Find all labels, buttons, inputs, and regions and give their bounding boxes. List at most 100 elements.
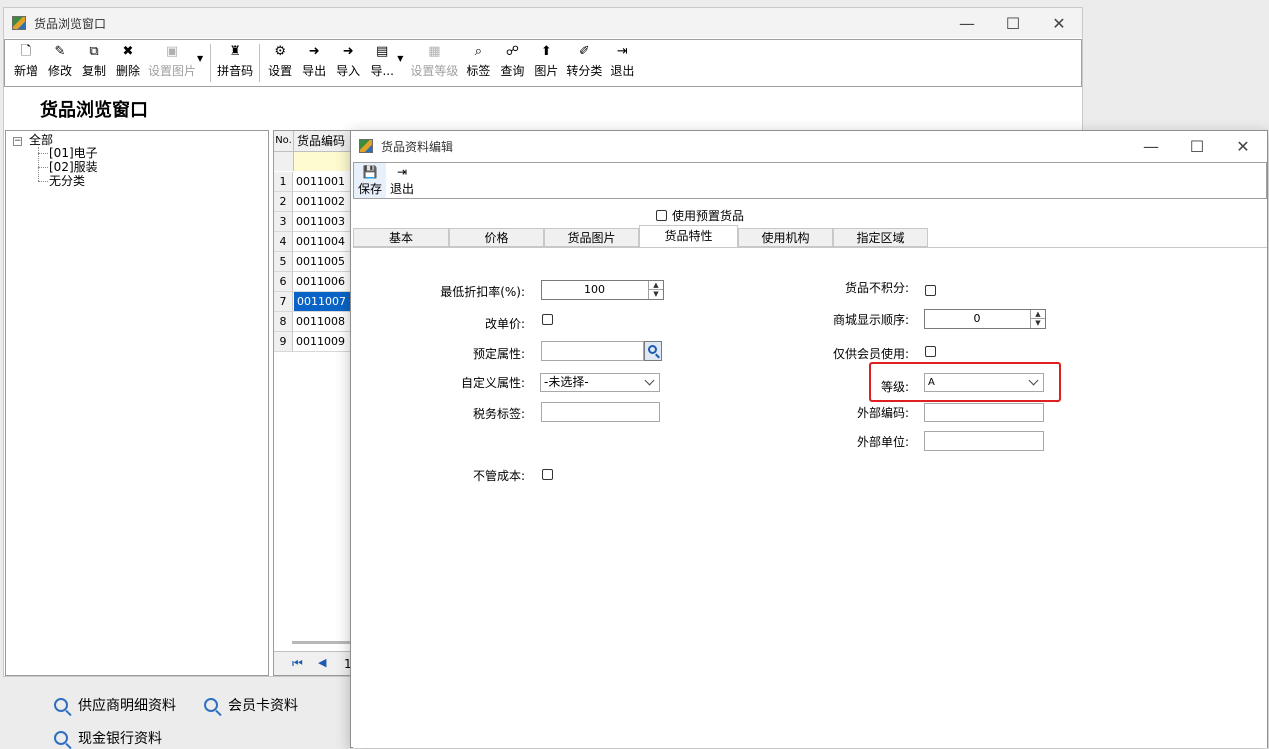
ext-code-input[interactable]: [924, 403, 1044, 422]
first-page-button[interactable]: ⏮: [292, 656, 303, 671]
ext-unit-input[interactable]: [924, 431, 1044, 451]
tab-5[interactable]: 指定区域: [833, 228, 928, 247]
custom-attr-label: 自定义属性:: [460, 376, 525, 390]
main-titlebar[interactable]: 货品浏览窗口 — ☐ ✕: [4, 8, 1082, 38]
member-only-checkbox[interactable]: [925, 346, 936, 357]
shortcut-member-card[interactable]: 会员卡资料: [204, 695, 298, 715]
tab-1[interactable]: 价格: [449, 228, 544, 247]
tab-2[interactable]: 货品图片: [544, 228, 639, 247]
tag-button[interactable]: ⌕ 标签: [461, 44, 495, 79]
export-button[interactable]: ➜ 导出: [297, 44, 331, 79]
dialog-close-button[interactable]: ✕: [1220, 131, 1266, 161]
table-row[interactable]: 1 0011001: [274, 172, 352, 192]
minimize-button[interactable]: —: [944, 8, 990, 38]
import-button[interactable]: ➜ 导入: [331, 44, 365, 79]
query-button[interactable]: ☍ 查询: [495, 44, 529, 79]
tree-item-clothing[interactable]: [02]服装: [49, 161, 98, 174]
change-price-checkbox[interactable]: [542, 314, 553, 325]
category-tree[interactable]: − 全部 [01]电子 [02]服装 无分类: [5, 130, 269, 676]
table-row[interactable]: 9 0011009: [274, 332, 352, 352]
collapse-toggle[interactable]: −: [13, 137, 22, 146]
prev-page-button[interactable]: ◀: [318, 656, 326, 669]
tree-item-electronics[interactable]: [01]电子: [49, 147, 98, 160]
goods-grid[interactable]: No. 货品编码 ⏮ ◀ 1 1 0011001 2 0011002 3 0011003 4…: [273, 130, 353, 676]
tree-connector: [38, 167, 48, 168]
goods-code-cell[interactable]: 0011009: [296, 332, 345, 351]
preset-attr-input[interactable]: [541, 341, 644, 361]
use-preset-checkbox[interactable]: [656, 210, 667, 221]
maximize-button[interactable]: ☐: [990, 8, 1036, 38]
spin-up-icon[interactable]: ▲: [649, 281, 663, 290]
exit-button[interactable]: ⇥ 退出: [605, 44, 639, 79]
dropdown-arrow-icon[interactable]: ▼: [397, 54, 403, 63]
table-row[interactable]: 3 0011003: [274, 212, 352, 232]
exit-icon: ⇥: [396, 165, 408, 179]
row-number: 4: [274, 232, 293, 251]
use-preset-goods-option[interactable]: 使用预置货品: [656, 207, 744, 224]
close-button[interactable]: ✕: [1036, 8, 1082, 38]
dialog-exit-button[interactable]: ⇥ 退出: [386, 163, 418, 198]
spin-buttons[interactable]: ▲ ▼: [1030, 310, 1045, 328]
report-icon: ▤: [376, 44, 389, 59]
copy-button[interactable]: ⧉ 复制: [77, 44, 111, 79]
goods-code-cell[interactable]: 0011001: [296, 172, 345, 191]
custom-attr-select[interactable]: -未选择-: [540, 373, 660, 392]
pinyin-button[interactable]: ♜ 拼音码: [214, 44, 256, 79]
table-row[interactable]: 6 0011006: [274, 272, 352, 292]
preset-attr-lookup-button[interactable]: [644, 341, 662, 361]
tab-4[interactable]: 使用机构: [738, 228, 833, 247]
min-discount-spinner[interactable]: 100 ▲ ▼: [541, 280, 664, 300]
display-order-spinner[interactable]: 0 ▲ ▼: [924, 309, 1046, 329]
table-row[interactable]: 8 0011008: [274, 312, 352, 332]
goods-code-cell[interactable]: 0011007: [294, 292, 352, 311]
dialog-minimize-button[interactable]: —: [1128, 131, 1174, 161]
chevron-down-icon: [644, 375, 655, 386]
spin-down-icon[interactable]: ▼: [1031, 319, 1045, 328]
no-cost-checkbox[interactable]: [542, 469, 553, 480]
dialog-titlebar[interactable]: 货品资料编辑 — ☐ ✕: [351, 131, 1267, 161]
more-button[interactable]: ▤ 导...: [365, 44, 399, 79]
settings-button[interactable]: ⚙ 设置: [263, 44, 297, 79]
tab-3[interactable]: 货品特性: [639, 225, 738, 248]
no-points-checkbox[interactable]: [925, 285, 936, 296]
goods-code-cell[interactable]: 0011004: [296, 232, 345, 251]
column-header-code[interactable]: 货品编码: [294, 131, 352, 152]
goods-code-cell[interactable]: 0011006: [296, 272, 345, 291]
app-logo-icon: [359, 139, 373, 153]
tax-tag-input[interactable]: [541, 402, 660, 422]
goods-code-cell[interactable]: 0011008: [296, 312, 345, 331]
table-row[interactable]: 4 0011004: [274, 232, 352, 252]
goods-code-cell[interactable]: 0011005: [296, 252, 345, 271]
edit-button[interactable]: ✎ 修改: [43, 44, 77, 79]
delete-button[interactable]: ✖ 删除: [111, 44, 145, 79]
row-number: 9: [274, 332, 293, 351]
goods-code-cell[interactable]: 0011003: [296, 212, 345, 231]
set-level-button[interactable]: ▦ 设置等级: [407, 44, 461, 79]
shortcut-cash-bank[interactable]: 现金银行资料: [54, 728, 162, 748]
save-button[interactable]: 💾 保存: [354, 163, 387, 198]
horizontal-scrollbar[interactable]: [292, 641, 352, 644]
reclassify-button[interactable]: ✐ 转分类: [563, 44, 605, 79]
dropdown-arrow-icon[interactable]: ▼: [197, 54, 203, 63]
tree-item-uncategorized[interactable]: 无分类: [49, 175, 85, 188]
picture-button[interactable]: ⬆ 图片: [529, 44, 563, 79]
new-button[interactable]: 🗋 新增: [9, 44, 43, 79]
dialog-maximize-button[interactable]: ☐: [1174, 131, 1220, 161]
toolbar-label: 转分类: [566, 64, 603, 78]
spin-down-icon[interactable]: ▼: [649, 290, 663, 299]
search-icon: [54, 698, 68, 712]
table-row[interactable]: 2 0011002: [274, 192, 352, 212]
filter-row[interactable]: [294, 152, 352, 171]
table-row[interactable]: 5 0011005: [274, 252, 352, 272]
shortcut-supplier[interactable]: 供应商明细资料: [54, 695, 176, 715]
tab-0[interactable]: 基本: [353, 228, 449, 247]
dialog-title: 货品资料编辑: [381, 139, 454, 154]
spin-buttons[interactable]: ▲ ▼: [648, 281, 663, 299]
goods-code-cell[interactable]: 0011002: [296, 192, 345, 211]
main-window-title: 货品浏览窗口: [34, 16, 107, 31]
set-image-button[interactable]: ▣ 设置图片: [145, 44, 199, 79]
table-row[interactable]: 7 0011007: [274, 292, 352, 312]
column-header-no[interactable]: No.: [274, 131, 294, 152]
change-price-label: 改单价:: [484, 317, 525, 331]
spin-up-icon[interactable]: ▲: [1031, 310, 1045, 319]
